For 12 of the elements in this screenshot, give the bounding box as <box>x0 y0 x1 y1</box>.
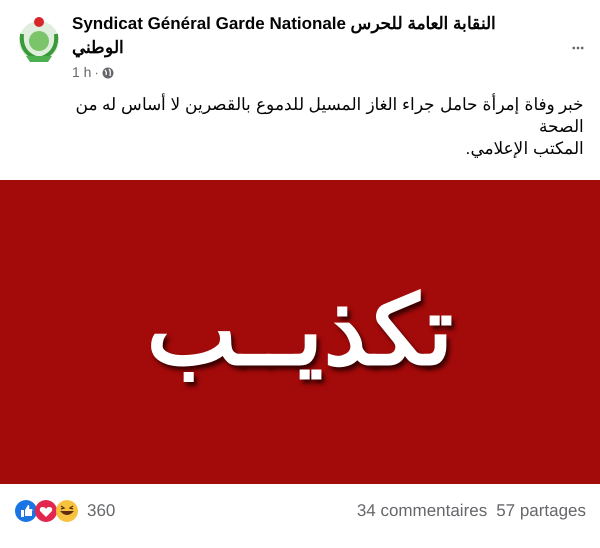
author-name[interactable]: Syndicat Général Garde Nationale النقابة العامة للحرس الوطني <box>72 12 532 60</box>
reaction-icons[interactable] <box>14 498 80 523</box>
reactions-count[interactable]: 360 <box>87 498 116 524</box>
image-headline: تكذيــب <box>146 277 454 387</box>
post-time[interactable]: 1 h <box>72 62 92 83</box>
comments-count[interactable]: 34 commentaires <box>356 498 488 524</box>
more-options-icon[interactable] <box>572 45 584 51</box>
shares-count[interactable]: 57 partages <box>496 498 586 524</box>
globe-icon <box>102 66 114 78</box>
post-text: المكتب الإعلامي. <box>464 138 584 160</box>
post-text: خبر وفاة إمرأة حامل جراء الغاز المسيل للدموع بالقصرين لا أساس له من الصحة <box>74 94 584 138</box>
separator-dot: · <box>94 64 99 82</box>
